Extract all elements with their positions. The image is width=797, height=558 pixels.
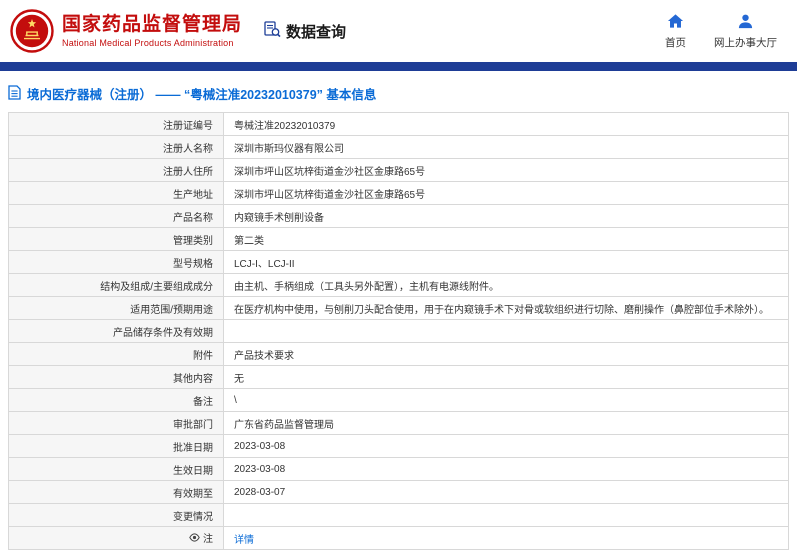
field-value: 深圳市坪山区坑梓街道金沙社区金康路65号 — [223, 158, 789, 182]
site-header: 国家药品监督管理局 National Medical Products Admi… — [0, 0, 797, 62]
info-table: 注册证编号 粤械注准20232010379 注册人名称 深圳市斯玛仪器有限公司 注册人住… — [8, 112, 789, 550]
nav-home[interactable]: 首页 — [665, 13, 686, 50]
table-row: 管理类别 第二类 — [8, 227, 789, 251]
site-title: 国家药品监督管理局 — [62, 13, 243, 35]
brand: 国家药品监督管理局 National Medical Products Admi… — [10, 9, 242, 53]
field-label: 产品储存条件及有效期 — [8, 319, 224, 343]
document-icon — [8, 84, 21, 103]
field-label: 注册证编号 — [8, 112, 224, 136]
table-row: 型号规格 LCJ-I、LCJ-II — [8, 250, 789, 274]
table-row: 注册证编号 粤械注准20232010379 — [8, 112, 789, 136]
field-value: 深圳市斯玛仪器有限公司 — [223, 135, 789, 159]
field-label: 附件 — [8, 342, 224, 366]
field-label: 产品名称 — [8, 204, 224, 228]
field-label: 批准日期 — [8, 434, 224, 458]
table-row: 产品名称 内窥镜手术刨削设备 — [8, 204, 789, 228]
note-icon — [189, 532, 200, 546]
data-query-heading: 数据查询 — [264, 20, 347, 42]
field-label: 适用范围/预期用途 — [8, 296, 224, 320]
national-emblem-icon — [10, 9, 54, 53]
detail-link[interactable]: 详情 — [234, 535, 254, 546]
field-value: 2023-03-08 — [223, 457, 789, 481]
header-divider-bar — [0, 62, 797, 71]
field-label: 有效期至 — [8, 480, 224, 504]
data-query-icon — [264, 20, 281, 42]
brand-text: 国家药品监督管理局 National Medical Products Admi… — [62, 14, 242, 49]
field-value: \ — [223, 388, 789, 412]
breadcrumb: 境内医疗器械（注册） —— “粤械注准20232010379” 基本信息 — [0, 71, 797, 112]
person-icon — [737, 13, 754, 32]
field-value: 内窥镜手术刨削设备 — [223, 204, 789, 228]
table-row: 适用范围/预期用途 在医疗机构中使用，与刨削刀头配合使用，用于在内窥镜手术下对骨或… — [8, 296, 789, 320]
table-row: 生效日期 2023-03-08 — [8, 457, 789, 481]
field-value: 粤械注准20232010379 — [223, 112, 789, 136]
breadcrumb-text: 境内医疗器械（注册） —— “粤械注准20232010379” 基本信息 — [27, 88, 377, 102]
info-table-body: 注册证编号 粤械注准20232010379 注册人名称 深圳市斯玛仪器有限公司 注册人住… — [8, 112, 789, 550]
nav-service-hall[interactable]: 网上办事大厅 — [714, 13, 777, 50]
top-nav: 首页 网上办事大厅 — [665, 13, 781, 50]
page: 国家药品监督管理局 National Medical Products Admi… — [0, 0, 797, 550]
field-label: 注册人名称 — [8, 135, 224, 159]
field-label: 备注 — [8, 388, 224, 412]
field-value: 第二类 — [223, 227, 789, 251]
table-row: 备注 \ — [8, 388, 789, 412]
field-value: LCJ-I、LCJ-II — [223, 250, 789, 274]
field-label: 管理类别 — [8, 227, 224, 251]
table-row: 注册人名称 深圳市斯玛仪器有限公司 — [8, 135, 789, 159]
field-label: 变更情况 — [8, 503, 224, 527]
table-row: 审批部门 广东省药品监督管理局 — [8, 411, 789, 435]
field-label: 型号规格 — [8, 250, 224, 274]
field-value: 在医疗机构中使用，与刨削刀头配合使用，用于在内窥镜手术下对骨或软组织进行切除、磨… — [223, 296, 789, 320]
field-value — [223, 319, 789, 343]
table-row: 有效期至 2028-03-07 — [8, 480, 789, 504]
site-subtitle: National Medical Products Administration — [62, 38, 234, 49]
table-row: 变更情况 — [8, 503, 789, 527]
field-value: 详情 — [223, 526, 789, 550]
field-label: 注 — [8, 526, 224, 550]
field-label: 生产地址 — [8, 181, 224, 205]
table-row: 注详情 — [8, 526, 789, 550]
field-value: 广东省药品监督管理局 — [223, 411, 789, 435]
field-label: 生效日期 — [8, 457, 224, 481]
table-row: 附件 产品技术要求 — [8, 342, 789, 366]
field-value: 产品技术要求 — [223, 342, 789, 366]
field-label: 结构及组成/主要组成成分 — [8, 273, 224, 297]
table-row: 批准日期 2023-03-08 — [8, 434, 789, 458]
table-row: 产品储存条件及有效期 — [8, 319, 789, 343]
field-value: 深圳市坪山区坑梓街道金沙社区金康路65号 — [223, 181, 789, 205]
field-value — [223, 503, 789, 527]
nav-home-label: 首页 — [665, 36, 686, 49]
nav-service-hall-label: 网上办事大厅 — [714, 36, 777, 49]
field-value: 2028-03-07 — [223, 480, 789, 504]
field-label: 其他内容 — [8, 365, 224, 389]
data-query-label: 数据查询 — [286, 23, 347, 41]
table-row: 生产地址 深圳市坪山区坑梓街道金沙社区金康路65号 — [8, 181, 789, 205]
field-label: 审批部门 — [8, 411, 224, 435]
field-value: 2023-03-08 — [223, 434, 789, 458]
table-row: 其他内容无 — [8, 365, 789, 389]
table-row: 注册人住所 深圳市坪山区坑梓街道金沙社区金康路65号 — [8, 158, 789, 182]
field-value: 无 — [223, 365, 789, 389]
home-icon — [667, 13, 684, 32]
table-row: 结构及组成/主要组成成分 由主机、手柄组成（工具头另外配置），主机有电源线附件。 — [8, 273, 789, 297]
field-value: 由主机、手柄组成（工具头另外配置），主机有电源线附件。 — [223, 273, 789, 297]
field-label: 注册人住所 — [8, 158, 224, 182]
